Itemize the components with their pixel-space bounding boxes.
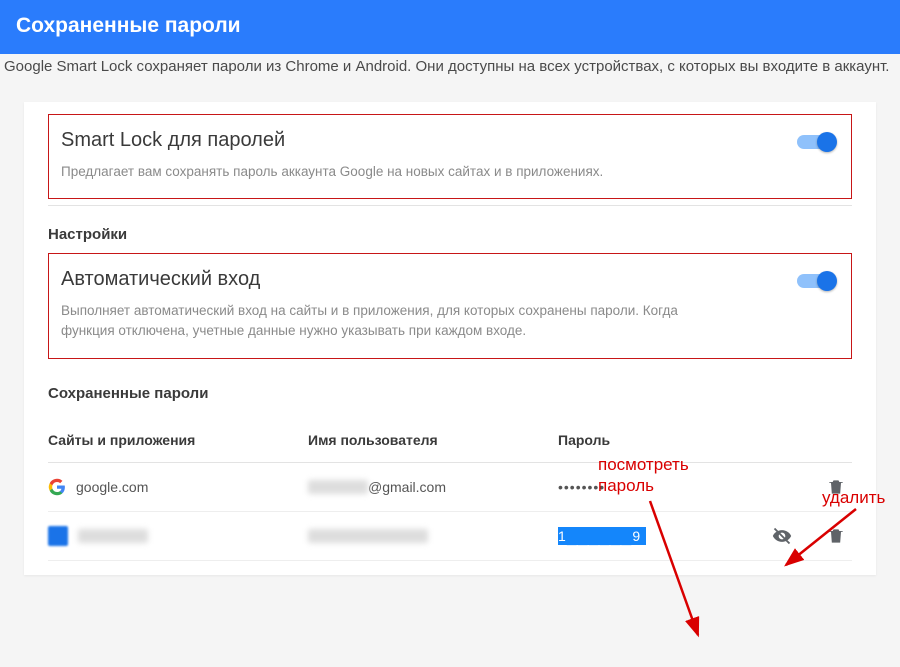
site-favicon: [48, 526, 68, 546]
user-cell: @gmail.com: [308, 479, 558, 495]
smartlock-toggle[interactable]: [797, 131, 841, 153]
user-cell: [308, 529, 558, 543]
site-cell[interactable]: [48, 526, 308, 546]
blurred-username-part: [308, 480, 368, 494]
toggle-thumb: [817, 271, 837, 291]
column-pass: Пароль: [558, 432, 708, 448]
actions-cell: [708, 526, 852, 546]
password-masked: ••••••••: [558, 479, 605, 495]
blurred-username: [308, 529, 428, 543]
google-icon: [48, 478, 66, 496]
blurred-site-name: [78, 529, 148, 543]
password-revealed: 1██████9: [558, 527, 646, 545]
smartlock-title: Smart Lock для паролей: [61, 129, 839, 152]
password-row: google.com @gmail.com ••••••••: [48, 463, 852, 512]
password-cell: ••••••••: [558, 479, 708, 495]
intro-text: Google Smart Lock сохраняет пароли из Ch…: [0, 48, 900, 88]
page-title: Сохраненные пароли: [16, 14, 241, 37]
column-actions: [708, 432, 852, 448]
page-header: Сохраненные пароли: [0, 0, 900, 54]
autologin-section: Автоматический вход Выполняет автоматиче…: [48, 253, 852, 359]
settings-card: Smart Lock для паролей Предлагает вам со…: [24, 102, 876, 575]
passwords-table-header: Сайты и приложения Имя пользователя Паро…: [48, 432, 852, 463]
autologin-desc: Выполняет автоматический вход на сайты и…: [61, 301, 731, 342]
password-cell: 1██████9: [558, 527, 708, 545]
site-cell[interactable]: google.com: [48, 478, 308, 496]
trash-icon[interactable]: [826, 477, 846, 497]
divider: [48, 205, 852, 206]
trash-icon[interactable]: [826, 526, 846, 546]
user-suffix: @gmail.com: [368, 479, 446, 495]
actions-cell: [708, 477, 852, 497]
autologin-title: Автоматический вход: [61, 268, 839, 291]
column-site: Сайты и приложения: [48, 432, 308, 448]
eye-off-icon[interactable]: [772, 526, 792, 546]
site-name: google.com: [76, 479, 148, 495]
toggle-thumb: [817, 132, 837, 152]
column-user: Имя пользователя: [308, 432, 558, 448]
password-row: 1██████9: [48, 512, 852, 561]
saved-passwords-heading: Сохраненные пароли: [48, 385, 852, 402]
settings-subheading: Настройки: [48, 226, 852, 243]
smartlock-desc: Предлагает вам сохранять пароль аккаунта…: [61, 162, 731, 182]
smartlock-section: Smart Lock для паролей Предлагает вам со…: [48, 114, 852, 199]
autologin-toggle[interactable]: [797, 270, 841, 292]
